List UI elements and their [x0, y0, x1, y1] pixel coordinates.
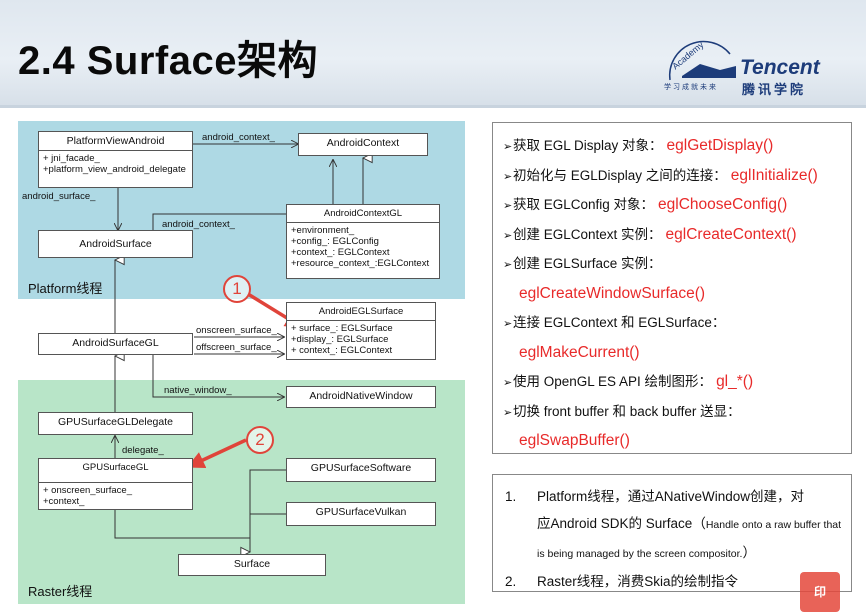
step-text: 使用 OpenGL ES API 绘制图形：	[513, 374, 713, 389]
step-item: eglCreateWindowSurface()	[503, 279, 851, 309]
step-function: eglSwapBuffer()	[519, 432, 630, 449]
class-member: +display_: EGLSurface	[291, 334, 389, 345]
egl-steps-panel: ➢获取 EGL Display 对象： eglGetDisplay() ➢初始化与 …	[492, 122, 852, 454]
step-item: eglSwapBuffer()	[503, 426, 851, 456]
class-member: +context_: EGLContext	[291, 247, 390, 258]
surface-class-diagram: Platform线程 Raster线程 PlatformViewAndroid …	[18, 118, 468, 608]
class-member: +environment_	[291, 225, 355, 236]
class-gpu-surface-vulkan: GPUSurfaceVulkan	[286, 502, 436, 526]
step-item: ➢创建 EGLContext 实例： eglCreateContext()	[503, 220, 851, 250]
step-item: ➢创建 EGLSurface 实例：	[503, 249, 851, 279]
class-surface: Surface	[178, 554, 326, 576]
step-function: eglChooseConfig()	[658, 196, 788, 213]
class-android-context-gl: AndroidContextGL +environment_ +config_:…	[286, 204, 440, 279]
class-android-surface-gl: AndroidSurfaceGL	[38, 333, 193, 355]
step-text: 初始化与 EGLDisplay 之间的连接：	[513, 167, 727, 183]
note-line: Raster线程，消费Skia的绘制指令	[537, 574, 739, 589]
step-item: ➢连接 EGLContext 和 EGLSurface：	[503, 308, 851, 338]
step-bullet: ➢	[503, 170, 513, 183]
class-name: AndroidNativeWindow	[309, 390, 413, 402]
threads-notes-panel: 1. Platform线程，通过ANativeWindow创建，对 应Andro…	[492, 474, 852, 592]
step-item: ➢使用 OpenGL ES API 绘制图形： gl_*()	[503, 367, 851, 397]
step-text: 创建 EGLContext 实例：	[513, 226, 662, 242]
watermark-seal: 印	[800, 572, 840, 612]
note-number: 2.	[505, 574, 517, 589]
platform-zone-label: Platform线程	[28, 281, 103, 296]
step-item: ➢切换 front buffer 和 back buffer 送显：	[503, 397, 851, 427]
note-number: 1.	[505, 489, 517, 504]
tencent-brand: Tencent	[740, 56, 820, 79]
step-bullet: ➢	[503, 200, 513, 212]
class-name: GPUSurfaceSoftware	[310, 462, 412, 474]
step-function: gl_*()	[716, 373, 754, 390]
step-item: ➢初始化与 EGLDisplay 之间的连接： eglInitialize()	[503, 161, 851, 191]
step-bullet: ➢	[503, 229, 513, 242]
step-function: eglCreateContext()	[665, 225, 797, 243]
class-android-egl-surface: AndroidEGLSurface + surface_: EGLSurface…	[286, 302, 436, 360]
class-name: PlatformViewAndroid	[66, 135, 165, 147]
class-platform-view-android: PlatformViewAndroid + jni_facade_ +platf…	[38, 131, 193, 188]
class-gpu-surface-gl-delegate: GPUSurfaceGLDelegate	[38, 412, 193, 435]
class-android-native-window: AndroidNativeWindow	[286, 386, 436, 408]
class-name: Surface	[233, 558, 271, 570]
class-name: GPUSurfaceVulkan	[315, 506, 407, 518]
step-item: ➢获取 EGLConfig 对象： eglChooseConfig()	[503, 190, 851, 220]
step-function: eglMakeCurrent()	[519, 343, 640, 361]
edge-label: delegate_	[122, 445, 164, 456]
step-function: eglGetDisplay()	[666, 137, 774, 154]
step-bullet: ➢	[503, 318, 513, 330]
class-name: GPUSurfaceGL	[82, 462, 149, 473]
note-close: ）	[742, 545, 756, 560]
marker-1: 1	[223, 275, 251, 303]
edge-label: onscreen_surface_	[196, 325, 277, 336]
slide-title: 2.4 Surface架构	[18, 39, 318, 83]
class-name: AndroidContextGL	[323, 208, 403, 219]
note-item: 1. Platform线程，通过ANativeWindow创建，对 应Andro…	[503, 483, 843, 568]
step-bullet: ➢	[503, 259, 513, 271]
step-bullet: ➢	[503, 377, 513, 389]
class-name: AndroidSurface	[79, 238, 152, 250]
class-name: GPUSurfaceGLDelegate	[58, 416, 173, 428]
slide-header: 2.4 Surface架构 Academy Tencent 腾讯学院 学习成就未…	[0, 0, 866, 108]
class-gpu-surface-software: GPUSurfaceSoftware	[286, 458, 436, 482]
note-line: Platform线程，通过ANativeWindow创建，对	[537, 489, 805, 504]
step-item: ➢获取 EGL Display 对象： eglGetDisplay()	[503, 131, 851, 161]
class-gpu-surface-gl: GPUSurfaceGL + onscreen_surface_ +contex…	[38, 458, 193, 510]
step-text: 连接 EGLContext 和 EGLSurface：	[513, 315, 726, 330]
logo-slogan: 学习成就未来	[664, 84, 718, 91]
edge-label: android_context_	[202, 132, 275, 143]
step-item: eglMakeCurrent()	[503, 338, 851, 368]
class-name: AndroidEGLSurface	[318, 306, 404, 317]
class-member: + onscreen_surface_	[43, 485, 132, 496]
class-android-context: AndroidContext	[298, 133, 428, 156]
note-line: 应Android SDK的 Surface（	[537, 516, 706, 531]
edge-label: native_window_	[164, 385, 232, 396]
step-bullet: ➢	[503, 406, 513, 419]
class-member: +config_: EGLConfig	[291, 236, 379, 247]
raster-zone-label: Raster线程	[28, 584, 93, 599]
edge-label: android_context_	[162, 219, 235, 230]
class-member: + surface_: EGLSurface	[291, 323, 393, 334]
edge-label: android_surface_	[22, 191, 96, 202]
step-text: 创建 EGLSurface 实例：	[513, 256, 662, 271]
class-member: +resource_context_:EGLContext	[291, 258, 430, 269]
class-member: +platform_view_android_delegate	[43, 164, 186, 175]
class-member: +context_	[43, 496, 85, 507]
step-text: 获取 EGLConfig 对象：	[513, 197, 655, 212]
step-text: 获取 EGL Display 对象：	[513, 138, 663, 153]
class-name: AndroidSurfaceGL	[72, 337, 159, 349]
step-function: eglInitialize()	[730, 166, 818, 184]
tencent-academy-subtitle: 腾讯学院	[742, 82, 807, 97]
class-member: + context_: EGLContext	[291, 345, 393, 356]
tencent-academy-logo: Academy Tencent 腾讯学院 学习成就未来	[660, 36, 860, 97]
step-function: eglCreateWindowSurface()	[519, 284, 706, 302]
edge-label: offscreen_surface_	[196, 342, 277, 353]
note-item: 2. Raster线程，消费Skia的绘制指令	[503, 568, 843, 595]
step-text: 切换 front buffer 和 back buffer 送显：	[513, 403, 741, 419]
step-bullet: ➢	[503, 141, 513, 153]
marker-2: 2	[246, 426, 274, 454]
class-member: + jni_facade_	[43, 153, 100, 164]
class-name: AndroidContext	[326, 137, 400, 149]
class-android-surface: AndroidSurface	[38, 230, 193, 258]
